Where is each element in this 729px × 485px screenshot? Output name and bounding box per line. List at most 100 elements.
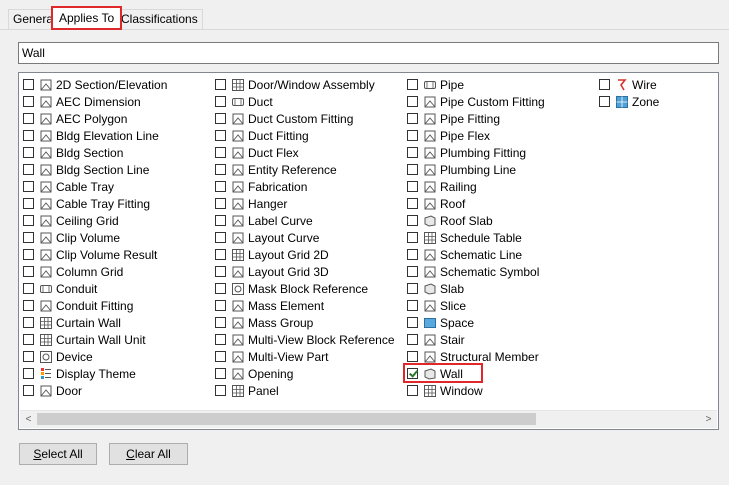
item-checkbox[interactable] xyxy=(215,249,226,260)
scroll-thumb[interactable] xyxy=(37,413,536,425)
list-item[interactable]: Slice xyxy=(407,297,545,314)
item-checkbox[interactable] xyxy=(23,300,34,311)
item-checkbox[interactable] xyxy=(407,368,418,379)
list-item[interactable]: Duct Custom Fitting xyxy=(215,110,395,127)
list-item[interactable]: Space xyxy=(407,314,545,331)
item-checkbox[interactable] xyxy=(407,198,418,209)
item-checkbox[interactable] xyxy=(215,334,226,345)
list-item[interactable]: Window xyxy=(407,382,545,399)
list-item[interactable]: Ceiling Grid xyxy=(23,212,167,229)
list-item[interactable]: Layout Curve xyxy=(215,229,395,246)
list-item[interactable]: Fabrication xyxy=(215,178,395,195)
list-item[interactable]: Plumbing Fitting xyxy=(407,144,545,161)
item-checkbox[interactable] xyxy=(599,96,610,107)
item-checkbox[interactable] xyxy=(23,385,34,396)
item-checkbox[interactable] xyxy=(23,96,34,107)
list-item[interactable]: Schematic Line xyxy=(407,246,545,263)
item-checkbox[interactable] xyxy=(407,351,418,362)
item-checkbox[interactable] xyxy=(215,232,226,243)
item-checkbox[interactable] xyxy=(407,181,418,192)
item-checkbox[interactable] xyxy=(407,130,418,141)
item-checkbox[interactable] xyxy=(23,351,34,362)
applies-to-list[interactable]: 2D Section/Elevation AEC Dimension AEC Pol… xyxy=(18,72,719,430)
item-checkbox[interactable] xyxy=(407,334,418,345)
list-item[interactable]: Door xyxy=(23,382,167,399)
list-item[interactable]: Wall xyxy=(403,363,545,383)
item-checkbox[interactable] xyxy=(215,96,226,107)
list-item[interactable]: Pipe Flex xyxy=(407,127,545,144)
list-item[interactable]: Pipe xyxy=(407,76,545,93)
list-item[interactable]: Cable Tray Fitting xyxy=(23,195,167,212)
item-checkbox[interactable] xyxy=(215,300,226,311)
item-checkbox[interactable] xyxy=(215,130,226,141)
item-checkbox[interactable] xyxy=(215,385,226,396)
item-checkbox[interactable] xyxy=(23,232,34,243)
item-checkbox[interactable] xyxy=(407,385,418,396)
item-checkbox[interactable] xyxy=(407,300,418,311)
item-checkbox[interactable] xyxy=(407,283,418,294)
item-checkbox[interactable] xyxy=(215,164,226,175)
list-item[interactable]: Slab xyxy=(407,280,545,297)
list-item[interactable]: Pipe Custom Fitting xyxy=(407,93,545,110)
select-all-button[interactable]: Select All xyxy=(19,443,97,465)
list-item[interactable]: Layout Grid 2D xyxy=(215,246,395,263)
list-item[interactable]: Roof xyxy=(407,195,545,212)
tab-applies-to[interactable]: Applies To xyxy=(51,6,123,30)
item-checkbox[interactable] xyxy=(215,215,226,226)
list-item[interactable]: Stair xyxy=(407,331,545,348)
list-item[interactable]: Schedule Table xyxy=(407,229,545,246)
list-item[interactable]: Layout Grid 3D xyxy=(215,263,395,280)
list-item[interactable]: Multi-View Block Reference xyxy=(215,331,395,348)
item-checkbox[interactable] xyxy=(407,232,418,243)
item-checkbox[interactable] xyxy=(215,283,226,294)
item-checkbox[interactable] xyxy=(407,164,418,175)
item-checkbox[interactable] xyxy=(23,130,34,141)
list-item[interactable]: Clip Volume xyxy=(23,229,167,246)
list-item[interactable]: Clip Volume Result xyxy=(23,246,167,263)
list-item[interactable]: Plumbing Line xyxy=(407,161,545,178)
list-item[interactable]: Entity Reference xyxy=(215,161,395,178)
item-checkbox[interactable] xyxy=(23,147,34,158)
item-checkbox[interactable] xyxy=(407,215,418,226)
item-checkbox[interactable] xyxy=(407,266,418,277)
list-item[interactable]: Railing xyxy=(407,178,545,195)
list-item[interactable]: Opening xyxy=(215,365,395,382)
list-item[interactable]: Zone xyxy=(599,93,659,110)
item-checkbox[interactable] xyxy=(23,266,34,277)
item-checkbox[interactable] xyxy=(407,317,418,328)
list-item[interactable]: Conduit Fitting xyxy=(23,297,167,314)
item-checkbox[interactable] xyxy=(23,368,34,379)
item-checkbox[interactable] xyxy=(215,198,226,209)
item-checkbox[interactable] xyxy=(23,283,34,294)
item-checkbox[interactable] xyxy=(23,164,34,175)
list-item[interactable]: Mass Element xyxy=(215,297,395,314)
list-item[interactable]: Curtain Wall xyxy=(23,314,167,331)
item-checkbox[interactable] xyxy=(23,334,34,345)
list-item[interactable]: Schematic Symbol xyxy=(407,263,545,280)
list-item[interactable]: AEC Polygon xyxy=(23,110,167,127)
list-item[interactable]: Display Theme xyxy=(23,365,167,382)
item-checkbox[interactable] xyxy=(215,351,226,362)
list-item[interactable]: Panel xyxy=(215,382,395,399)
list-item[interactable]: Column Grid xyxy=(23,263,167,280)
list-item[interactable]: Structural Member xyxy=(407,348,545,365)
item-checkbox[interactable] xyxy=(407,249,418,260)
item-checkbox[interactable] xyxy=(407,147,418,158)
list-item[interactable]: Duct Flex xyxy=(215,144,395,161)
list-item[interactable]: Label Curve xyxy=(215,212,395,229)
list-item[interactable]: Pipe Fitting xyxy=(407,110,545,127)
item-checkbox[interactable] xyxy=(23,198,34,209)
filter-input[interactable] xyxy=(18,42,719,64)
list-item[interactable]: Cable Tray xyxy=(23,178,167,195)
item-checkbox[interactable] xyxy=(23,181,34,192)
list-item[interactable]: Hanger xyxy=(215,195,395,212)
list-item[interactable]: Bldg Section Line xyxy=(23,161,167,178)
list-item[interactable]: AEC Dimension xyxy=(23,93,167,110)
list-item[interactable]: Wire xyxy=(599,76,659,93)
item-checkbox[interactable] xyxy=(23,79,34,90)
list-item[interactable]: Door/Window Assembly xyxy=(215,76,395,93)
item-checkbox[interactable] xyxy=(215,79,226,90)
list-item[interactable]: Mask Block Reference xyxy=(215,280,395,297)
scroll-left-button[interactable]: < xyxy=(20,411,37,428)
list-item[interactable]: Roof Slab xyxy=(407,212,545,229)
